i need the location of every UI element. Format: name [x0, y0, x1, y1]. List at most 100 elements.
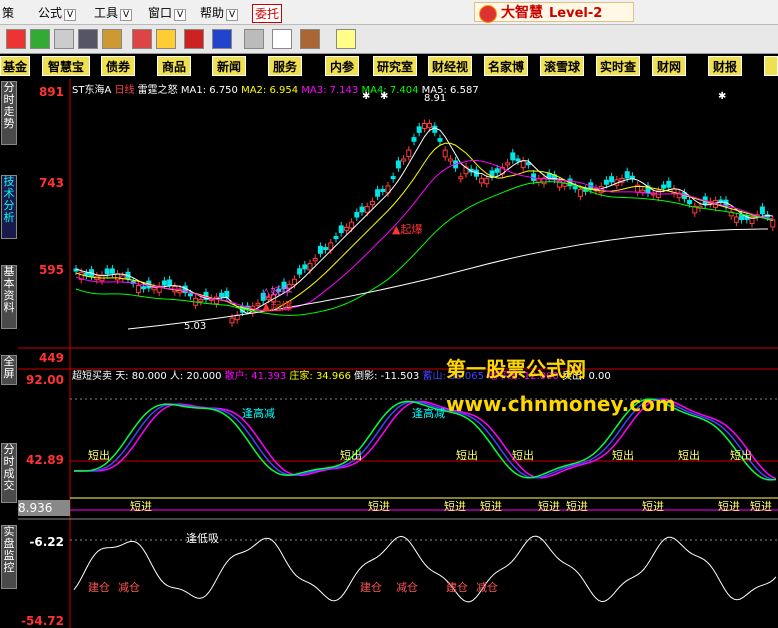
quick-zhihuibao[interactable]: 智慧宝 [42, 56, 90, 76]
candle [515, 158, 521, 162]
star-marker: ✱ [718, 91, 727, 102]
menu-help[interactable]: 帮助 V [200, 4, 239, 21]
quick-finance-net[interactable]: 财网 [652, 56, 686, 76]
candle [83, 272, 89, 276]
tab-fundamentals[interactable]: 基本资料 [1, 265, 17, 329]
quick-commodity[interactable]: 商品 [157, 56, 191, 76]
tab-fullscreen[interactable]: 全屏 [1, 355, 17, 385]
candle [109, 268, 115, 274]
price-label-low: 595 [38, 263, 64, 277]
chevron-down-icon: V [174, 9, 187, 21]
candle [510, 152, 516, 161]
candle [603, 179, 609, 185]
quick-fund[interactable]: 基金 [0, 56, 30, 76]
tab-technical[interactable]: 技术分析 [1, 175, 17, 239]
price-label-bottom: 449 [38, 351, 64, 365]
reduce-position-label: 减仓 [118, 581, 140, 594]
osc1-title: 超短买卖 [72, 371, 112, 382]
tab-intraday[interactable]: 分时走势 [1, 81, 17, 145]
quick-report[interactable]: 财报 [708, 56, 742, 76]
candle [770, 219, 776, 228]
moving-average-lines [75, 127, 773, 330]
buy-signal-label: 短进 [642, 500, 664, 513]
candle [505, 162, 511, 166]
candle [390, 176, 396, 180]
flag-icon[interactable] [132, 29, 152, 49]
osc1-zhuangjia: 庄家: 34.966 [289, 371, 351, 382]
grid-icon[interactable] [54, 29, 74, 49]
quick-finance-tv[interactable]: 财经视 [428, 56, 472, 76]
ranking-icon[interactable] [6, 29, 26, 49]
chart-area: 891 743 595 449 ST东海A 日线 雷霆之怒 MA1: 6.750… [18, 79, 778, 628]
build-position-label: 建仓 [446, 581, 468, 594]
menu-tools[interactable]: 工具 V [94, 4, 133, 21]
candle [343, 226, 349, 231]
quick-service[interactable]: 服务 [268, 56, 302, 76]
osc1-current-value: 8.936 [18, 500, 70, 516]
quick-realtime[interactable]: 实时查 [596, 56, 640, 76]
candle [349, 221, 355, 229]
buy-signal-label: 短进 [368, 500, 390, 513]
chevron-down-icon: V [226, 9, 239, 21]
reduce-high-label: 逢高减 [412, 407, 445, 420]
quick-bond[interactable]: 债券 [101, 56, 135, 76]
tab-monitor[interactable]: 实盘监控 [1, 525, 17, 589]
quick-expert-blog[interactable]: 名家博 [484, 56, 528, 76]
chart-canvas [18, 79, 778, 628]
candle [661, 184, 667, 189]
chevron-down-icon: V [120, 9, 133, 21]
sell-signal-label: 短出 [512, 449, 534, 462]
candle [338, 225, 344, 234]
quick-snowball[interactable]: 滚雪球 [540, 56, 584, 76]
candle [307, 263, 313, 271]
puzzle-icon[interactable] [102, 29, 122, 49]
brand-level: Level-2 [549, 6, 603, 21]
entrust-button[interactable]: 委托 [252, 4, 283, 23]
menu-strategy[interactable]: 策 [2, 4, 14, 21]
quick-link-bar: 基金 智慧宝 债券 商品 新闻 服务 内参 研究室 财经视 名家博 滚雪球 实时… [0, 54, 778, 78]
sell-signal-label: 短出 [456, 449, 478, 462]
quick-insider[interactable]: 内参 [325, 56, 359, 76]
quick-more[interactable] [764, 56, 778, 76]
blue-circle-icon[interactable] [212, 29, 232, 49]
candle [312, 257, 318, 262]
tab-trades[interactable]: 分时成交 [1, 443, 17, 503]
candle [219, 292, 225, 298]
candle [432, 125, 438, 133]
candle [421, 122, 427, 129]
candle [609, 176, 615, 183]
price-label-mid: 743 [38, 176, 64, 190]
candle [416, 126, 422, 133]
window-icon[interactable] [272, 29, 292, 49]
candlestick-series [73, 119, 776, 327]
chevron-down-icon: V [64, 9, 77, 21]
toolbar [0, 25, 778, 54]
brand-logo: 大智慧 Level-2 [474, 2, 634, 23]
chart-icon[interactable] [30, 29, 50, 49]
quick-news[interactable]: 新闻 [212, 56, 246, 76]
menu-window[interactable]: 窗口 V [148, 4, 187, 21]
candle [317, 245, 323, 254]
osc1-ren: 人: 20.000 [169, 371, 222, 382]
signal-qibao-1: ▲起爆 [262, 300, 293, 313]
sell-signal-label: 短出 [678, 449, 700, 462]
watermark-title: 第一股票公式网 [446, 357, 586, 381]
help-cursor-icon[interactable] [336, 29, 356, 49]
candle [759, 206, 765, 215]
candle [141, 286, 147, 290]
candle [198, 299, 204, 303]
menu-formula[interactable]: 公式 V [38, 4, 77, 21]
candle [224, 290, 230, 298]
signal-yaoniu: △妖牛 [262, 285, 293, 298]
reduce-position-label: 减仓 [476, 581, 498, 594]
books-icon[interactable] [300, 29, 320, 49]
candle [437, 138, 443, 142]
print-icon[interactable] [244, 29, 264, 49]
candle [624, 171, 630, 179]
binoculars-icon[interactable] [78, 29, 98, 49]
power-icon[interactable] [184, 29, 204, 49]
quick-research[interactable]: 研究室 [373, 56, 417, 76]
osc2-dip-label: 逢低吸 [186, 532, 219, 545]
diamond-icon[interactable] [156, 29, 176, 49]
buy-signal-label: 短进 [566, 500, 588, 513]
